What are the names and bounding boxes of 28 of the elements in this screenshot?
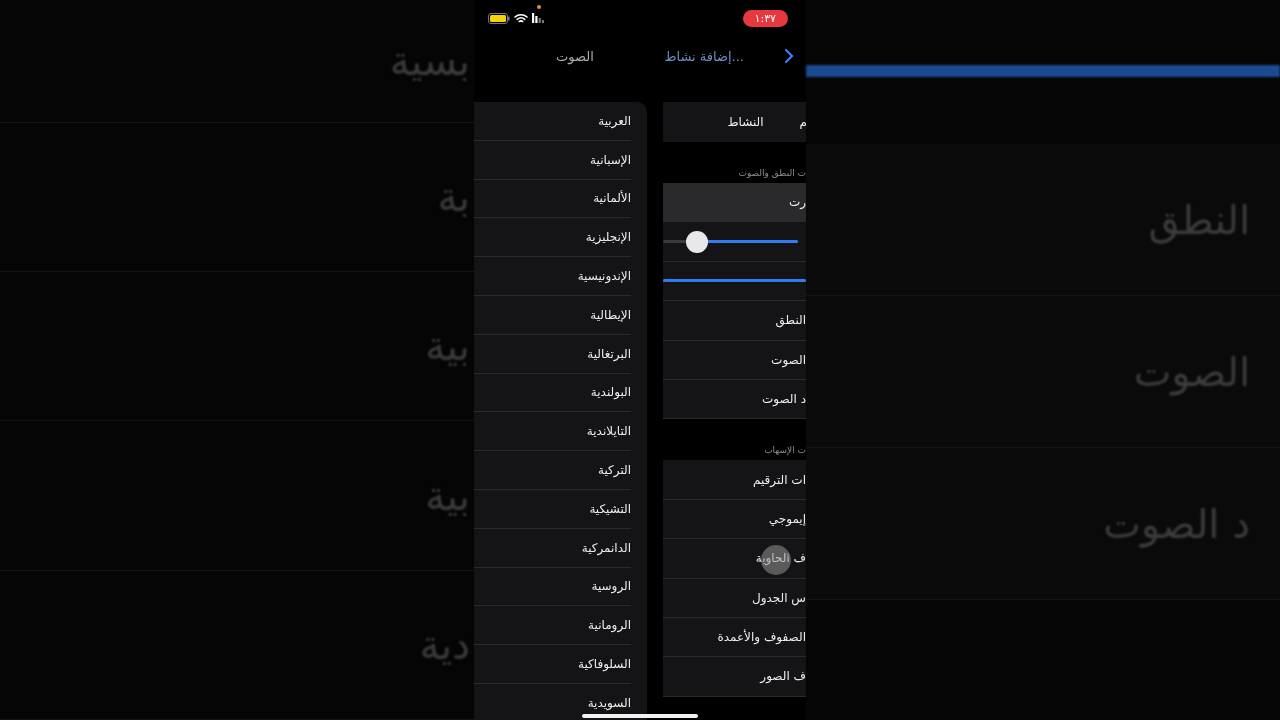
language-item[interactable]: الدانمركية [474,528,631,568]
chevron-icon[interactable] [784,48,794,64]
slider-thumb[interactable] [686,230,709,253]
language-item[interactable]: السلوفاكية [474,645,631,684]
section-header: ت النطق والصوت [737,167,806,180]
language-item[interactable]: التشيكية [474,489,631,529]
language-item[interactable]: الرومانية [474,606,631,646]
language-item[interactable]: البولندية [474,373,631,413]
language-item[interactable]: الإسبانية [474,140,631,180]
nav-title: الصوت [556,48,594,64]
back-link[interactable]: إضافة نشاط... [664,48,744,64]
language-item[interactable]: الإيطالية [474,296,631,335]
battery-icon [488,12,510,24]
language-item[interactable]: التركية [474,451,631,490]
language-item[interactable]: الألمانية [474,179,631,219]
wifi-icon [514,12,528,24]
language-item[interactable]: البرتغالية [474,334,631,374]
signal-icon [532,13,544,23]
language-item[interactable]: الإندونيسية [474,257,631,296]
activity-row[interactable]: م النشاط [663,102,806,142]
language-item[interactable]: التايلاندية [474,412,631,452]
recording-dot [537,5,541,9]
status-time: ١:٣٧ [742,9,788,27]
language-item[interactable]: العربية [474,102,631,141]
language-item[interactable]: الروسية [474,567,631,607]
section-header: ت الإسهاب [763,444,806,458]
settings-row[interactable]: رت [663,183,806,223]
language-item[interactable]: الإنجليزية [474,218,631,258]
